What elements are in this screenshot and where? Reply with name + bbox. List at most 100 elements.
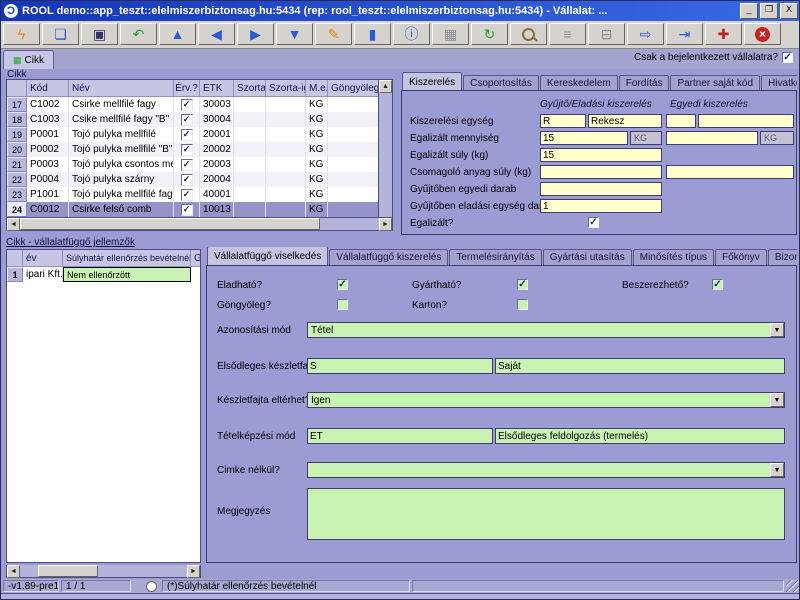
- undo-button[interactable]: ↶: [120, 23, 157, 45]
- cell-me[interactable]: KG: [306, 142, 328, 157]
- cell-nev[interactable]: Tojó pulyka mellfilé fagy: [69, 187, 174, 202]
- minimize-button[interactable]: _: [740, 3, 758, 19]
- chevron-down-icon[interactable]: [770, 463, 784, 477]
- cell-etk[interactable]: 20001: [200, 127, 234, 142]
- cell-gongyoleg[interactable]: [328, 187, 378, 202]
- status-radio[interactable]: [146, 581, 157, 592]
- cell-sulyhatar[interactable]: Nem ellenőrzött: [63, 267, 191, 282]
- tab-bizonylaton-feltuntet[interactable]: Bizonylaton feltünt: [768, 249, 797, 265]
- cell-gongyoleg[interactable]: [328, 112, 378, 127]
- cell-szorta[interactable]: [234, 172, 266, 187]
- horizontal-scrollbar[interactable]: [6, 218, 393, 231]
- gyujtoben-eladasi-darab-input[interactable]: [540, 199, 662, 213]
- gyarthato-checkbox[interactable]: ✓: [517, 279, 528, 290]
- cell-etk[interactable]: 30003: [200, 97, 234, 112]
- tab-fokonyv[interactable]: Főkönyv: [715, 249, 767, 265]
- column-header-me[interactable]: M.e.: [306, 80, 328, 97]
- scrollbar-track[interactable]: [98, 565, 187, 577]
- cell-me[interactable]: KG: [306, 202, 328, 217]
- tab-minosites-tipus[interactable]: Minősítés típus: [633, 249, 714, 265]
- tab-hivatkozas[interactable]: Hivatkozás: [761, 75, 797, 91]
- cell-szorta[interactable]: [234, 187, 266, 202]
- cell-szorta-ig[interactable]: [266, 127, 306, 142]
- scrollbar-track[interactable]: [320, 218, 379, 230]
- validate-button[interactable]: ϟ: [3, 23, 40, 45]
- table-row[interactable]: 18 C1003 Csike mellfilé fagy "B" ✓ 30004…: [7, 112, 378, 127]
- horizontal-scrollbar[interactable]: [6, 565, 201, 578]
- cell-szorta[interactable]: [234, 142, 266, 157]
- cell-szorta[interactable]: [234, 202, 266, 217]
- print-button[interactable]: ⊟: [588, 23, 625, 45]
- cell-nev[interactable]: ipari Kft.: [23, 267, 63, 282]
- refresh-button[interactable]: ↻: [471, 23, 508, 45]
- keszletfajta-elterhet-select[interactable]: Igen: [307, 392, 785, 408]
- checkbox[interactable]: ✓: [181, 144, 193, 156]
- list-button[interactable]: ≡: [549, 23, 586, 45]
- vertical-scrollbar[interactable]: [378, 80, 392, 217]
- cell-kod[interactable]: P0003: [27, 157, 69, 172]
- cell-g[interactable]: [191, 267, 200, 282]
- column-header-erv[interactable]: Érv.?: [174, 80, 200, 97]
- column-header-rownum[interactable]: [7, 80, 27, 97]
- cell-kod[interactable]: C1003: [27, 112, 69, 127]
- cell-etk[interactable]: 20003: [200, 157, 234, 172]
- cell-gongyoleg[interactable]: [328, 157, 378, 172]
- tab-gyartasi-utasitas[interactable]: Gyártási utasítás: [543, 249, 632, 265]
- cell-me[interactable]: KG: [306, 127, 328, 142]
- cell-gongyoleg[interactable]: [328, 202, 378, 217]
- cell-nev[interactable]: Csirke mellfilé fagy: [69, 97, 174, 112]
- cell-szorta-ig[interactable]: [266, 97, 306, 112]
- cell-kod[interactable]: P0001: [27, 127, 69, 142]
- tab-vallalatfuggo-kiszereles[interactable]: Vállalatfüggő kiszerelés: [329, 249, 448, 265]
- tab-kereskedelem[interactable]: Kereskedelem: [540, 75, 618, 91]
- scrollbar-thumb[interactable]: [20, 218, 320, 230]
- egalizalt-suly-input[interactable]: [540, 148, 662, 162]
- table-row-selected[interactable]: 1 ipari Kft. Nem ellenőrzött: [7, 267, 200, 282]
- checkbox[interactable]: ✓: [181, 174, 193, 186]
- cell-szorta-ig[interactable]: [266, 187, 306, 202]
- cell-kod[interactable]: P0004: [27, 172, 69, 187]
- kiszerelesi-egyseg-code-input[interactable]: [540, 114, 586, 128]
- cell-rownum[interactable]: 18: [7, 112, 27, 127]
- egyedi-kiszerelesi-egyseg-name-input[interactable]: [698, 114, 794, 128]
- cell-erv[interactable]: ✓: [174, 172, 200, 187]
- cell-szorta-ig[interactable]: [266, 112, 306, 127]
- cell-nev[interactable]: Csike mellfilé fagy "B": [69, 112, 174, 127]
- tab-cikk[interactable]: ▦ Cikk: [3, 50, 54, 69]
- cell-kod[interactable]: C1002: [27, 97, 69, 112]
- table-row[interactable]: 22 P0004 Tojó pulyka szárny ✓ 20004 KG: [7, 172, 378, 187]
- scroll-left-icon[interactable]: [7, 218, 20, 231]
- open-button[interactable]: ❏: [42, 23, 79, 45]
- restore-button[interactable]: ❐: [760, 3, 778, 19]
- gyujtoben-egyedi-darab-input[interactable]: [540, 182, 662, 196]
- cell-erv[interactable]: ✓: [174, 127, 200, 142]
- cell-gongyoleg[interactable]: [328, 127, 378, 142]
- exit-button[interactable]: ×: [744, 23, 781, 45]
- close-button[interactable]: X: [780, 3, 798, 19]
- import-table-button[interactable]: ⇥: [666, 23, 703, 45]
- tab-csoportositas[interactable]: Csoportosítás: [463, 75, 539, 91]
- cimke-nelkul-select[interactable]: [307, 462, 785, 478]
- cell-etk[interactable]: 20004: [200, 172, 234, 187]
- column-header-sulyhatar[interactable]: Súlyhatár ellenőrzés bevételnél: [63, 250, 191, 267]
- tab-partner-sajat-kod[interactable]: Partner saját kód: [670, 75, 760, 91]
- cell-nev[interactable]: Tojó pulyka szárny: [69, 172, 174, 187]
- cell-me[interactable]: KG: [306, 97, 328, 112]
- column-header-kod[interactable]: Kód: [27, 80, 69, 97]
- gongyoleg-checkbox[interactable]: [337, 299, 348, 310]
- cell-szorta-ig[interactable]: [266, 202, 306, 217]
- tetelkepzesi-mod-name-input[interactable]: [495, 428, 785, 444]
- cell-gongyoleg[interactable]: [328, 172, 378, 187]
- cell-me[interactable]: KG: [306, 172, 328, 187]
- column-header-gongyoleg[interactable]: Göngyöleg kó: [328, 80, 378, 97]
- cell-etk[interactable]: 40001: [200, 187, 234, 202]
- karton-checkbox[interactable]: [517, 299, 528, 310]
- checkbox[interactable]: ✓: [181, 189, 193, 201]
- elsodleges-keszletfajta-code-input[interactable]: [307, 358, 493, 374]
- eladhato-checkbox[interactable]: ✓: [337, 279, 348, 290]
- company-filter-checkbox[interactable]: ✓: [782, 52, 793, 63]
- azonositasi-mod-select[interactable]: Tétel: [307, 322, 785, 338]
- column-header-g[interactable]: G: [191, 250, 200, 267]
- cell-erv[interactable]: ✓: [174, 142, 200, 157]
- cell-me[interactable]: KG: [306, 187, 328, 202]
